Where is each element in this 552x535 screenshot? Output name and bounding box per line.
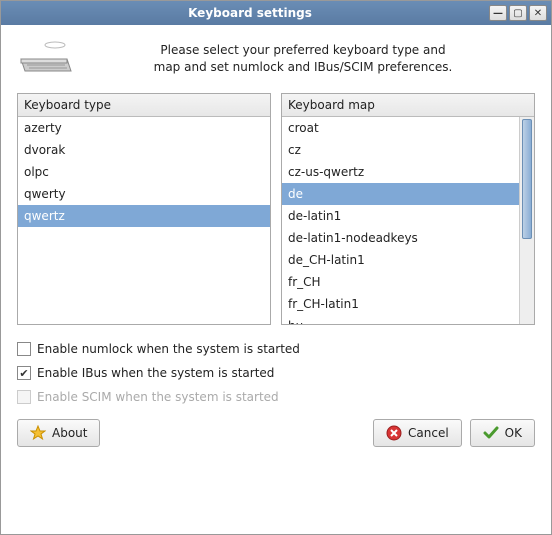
about-label: About [52,426,87,440]
list-item[interactable]: hu [282,315,519,324]
list-item[interactable]: de [282,183,519,205]
window-controls: — ▢ ✕ [489,5,547,21]
cancel-icon [386,425,402,441]
scim-checkbox [17,390,31,404]
numlock-checkbox[interactable] [17,342,31,356]
list-item[interactable]: croat [282,117,519,139]
keyboard-type-body: azertydvorakolpcqwertyqwertz [18,117,270,324]
about-button[interactable]: About [17,419,100,447]
keyboard-map-list[interactable]: Keyboard map croatczcz-us-qwertzdede-lat… [281,93,535,325]
list-item[interactable]: de-latin1-nodeadkeys [282,227,519,249]
scim-checkbox-row: Enable SCIM when the system is started [17,385,535,409]
list-item[interactable]: de_CH-latin1 [282,249,519,271]
keyboard-map-header: Keyboard map [282,94,534,117]
numlock-checkbox-row[interactable]: Enable numlock when the system is starte… [17,337,535,361]
window-title: Keyboard settings [11,6,489,20]
ok-button[interactable]: OK [470,419,535,447]
maximize-button[interactable]: ▢ [509,5,527,21]
titlebar: Keyboard settings — ▢ ✕ [1,1,551,25]
cancel-button[interactable]: Cancel [373,419,462,447]
window: Keyboard settings — ▢ ✕ Please select yo… [0,0,552,535]
list-item[interactable]: qwertz [18,205,270,227]
intro-line1: Please select your preferred keyboard ty… [91,42,515,59]
numlock-label: Enable numlock when the system is starte… [37,342,300,356]
scroll-thumb[interactable] [522,119,532,239]
keyboard-map-scrollbar[interactable] [519,117,534,324]
keyboard-map-body: croatczcz-us-qwertzdede-latin1de-latin1-… [282,117,534,324]
list-item[interactable]: dvorak [18,139,270,161]
keyboard-icon [17,39,73,79]
close-button[interactable]: ✕ [529,5,547,21]
list-item[interactable]: cz [282,139,519,161]
list-item[interactable]: fr_CH-latin1 [282,293,519,315]
list-item[interactable]: cz-us-qwertz [282,161,519,183]
intro-text: Please select your preferred keyboard ty… [91,42,535,76]
list-item[interactable]: fr_CH [282,271,519,293]
minimize-button[interactable]: — [489,5,507,21]
list-item[interactable]: de-latin1 [282,205,519,227]
list-item[interactable]: olpc [18,161,270,183]
content-area: Please select your preferred keyboard ty… [1,25,551,457]
star-icon [30,425,46,441]
button-row: About Cancel OK [17,419,535,447]
keyboard-type-header: Keyboard type [18,94,270,117]
scim-label: Enable SCIM when the system is started [37,390,279,404]
keyboard-type-list[interactable]: Keyboard type azertydvorakolpcqwertyqwer… [17,93,271,325]
cancel-label: Cancel [408,426,449,440]
intro-line2: map and set numlock and IBus/SCIM prefer… [91,59,515,76]
ibus-checkbox[interactable]: ✔ [17,366,31,380]
intro-row: Please select your preferred keyboard ty… [17,39,535,79]
list-item[interactable]: qwerty [18,183,270,205]
lists-container: Keyboard type azertydvorakolpcqwertyqwer… [17,93,535,325]
ok-icon [483,425,499,441]
list-item[interactable]: azerty [18,117,270,139]
ibus-label: Enable IBus when the system is started [37,366,274,380]
ok-label: OK [505,426,522,440]
checkbox-group: Enable numlock when the system is starte… [17,337,535,409]
ibus-checkbox-row[interactable]: ✔ Enable IBus when the system is started [17,361,535,385]
